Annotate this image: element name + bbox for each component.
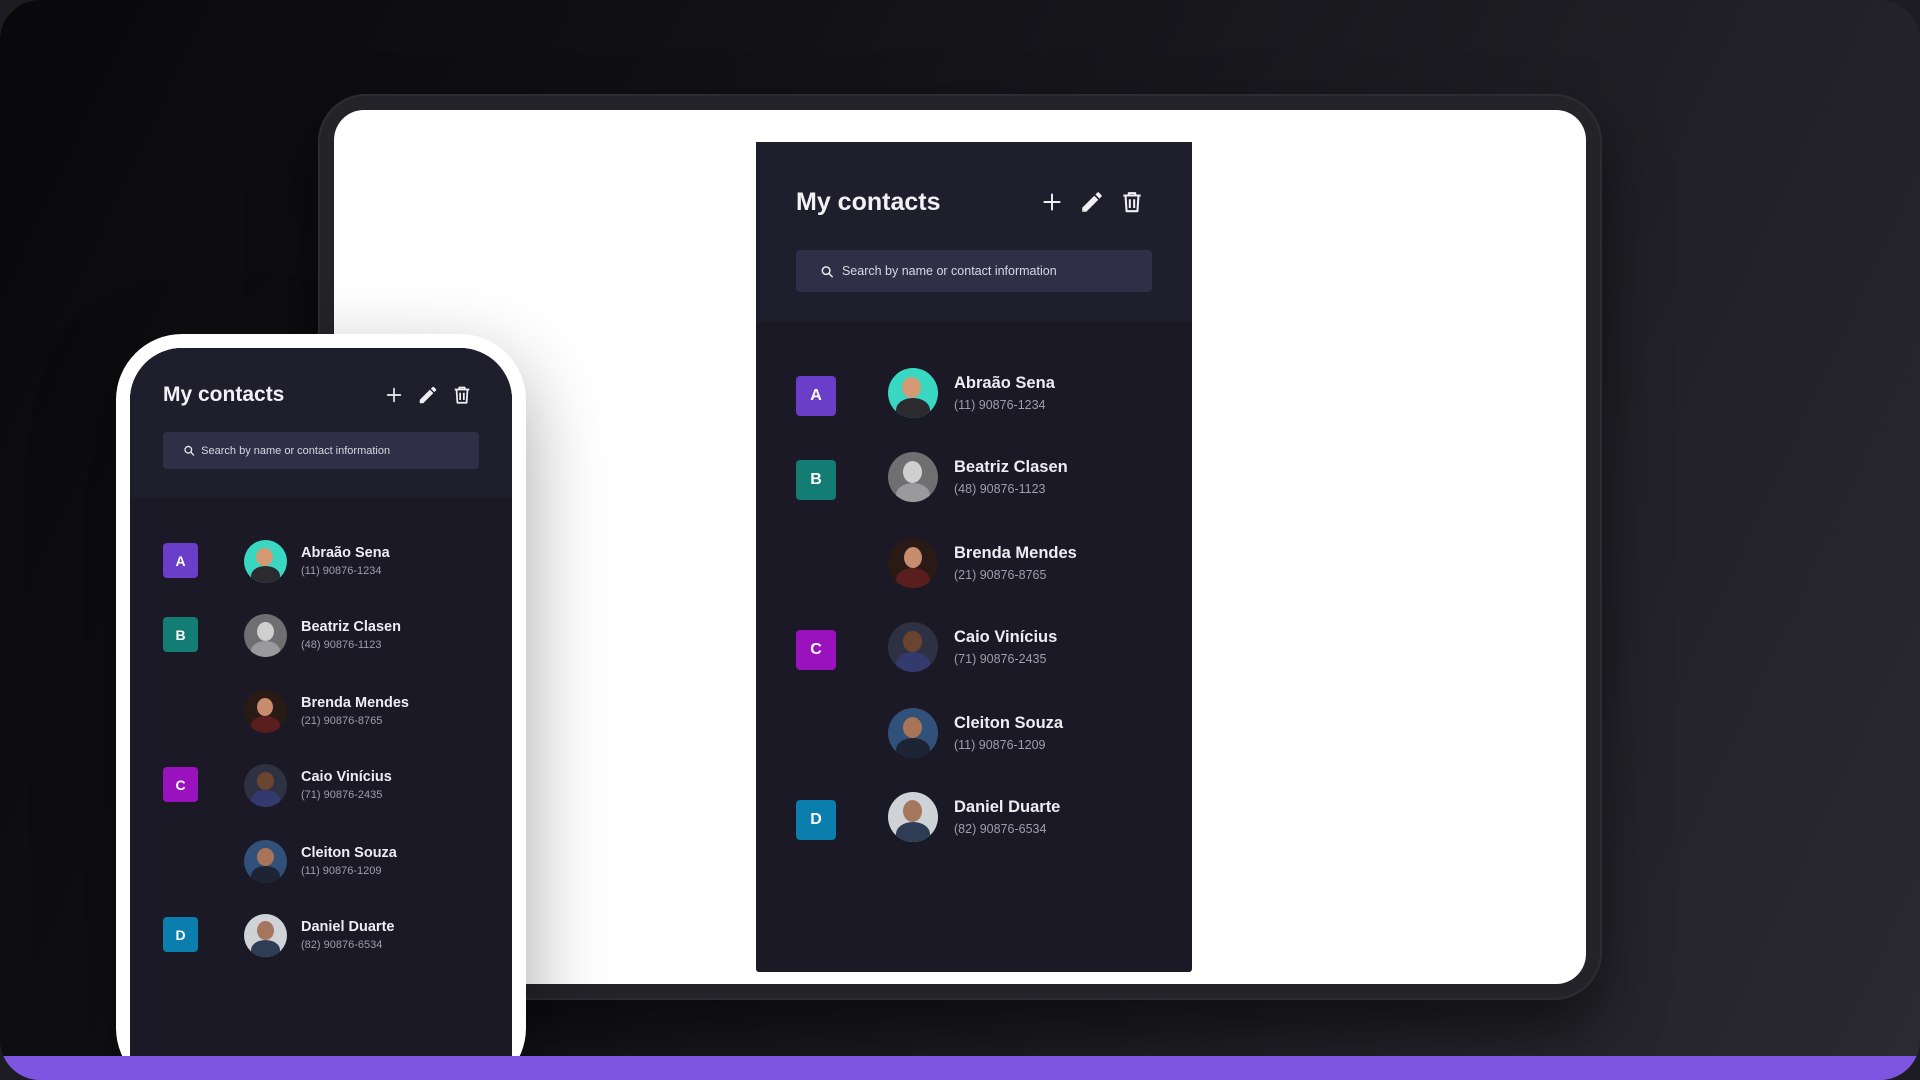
contacts-header: My contacts bbox=[130, 348, 512, 497]
contact-name: Cleiton Souza bbox=[954, 714, 1064, 732]
contact-name: Daniel Duarte bbox=[301, 919, 395, 935]
contact-name: Daniel Duarte bbox=[954, 798, 1061, 816]
contact-group-a: A Abraão Sena (11) 90876-1234 bbox=[163, 539, 479, 599]
contact-phone: (21) 90876-8765 bbox=[301, 715, 383, 727]
contact-item[interactable]: Caio Vinícius (71) 90876-2435 bbox=[244, 747, 397, 823]
group-letter-badge: C bbox=[163, 767, 198, 802]
contacts-header: My contacts bbox=[756, 142, 1192, 322]
group-letter-badge: A bbox=[796, 376, 836, 416]
contact-item[interactable]: Daniel Duarte (82) 90876-6534 bbox=[244, 897, 394, 973]
search-icon bbox=[821, 265, 833, 277]
toolbar bbox=[377, 378, 479, 412]
contact-group-a: A Abraão Sena (11) 90876-1234 bbox=[796, 368, 1152, 436]
contact-item[interactable]: Daniel Duarte (82) 90876-6534 bbox=[888, 774, 1060, 860]
page-title: My contacts bbox=[163, 383, 285, 406]
contact-item[interactable]: Caio Vinícius (71) 90876-2435 bbox=[888, 604, 1063, 690]
group-letter-badge: D bbox=[163, 917, 198, 952]
avatar bbox=[888, 792, 938, 842]
avatar bbox=[888, 622, 938, 672]
contact-item[interactable]: Brenda Mendes (21) 90876-8765 bbox=[244, 673, 409, 749]
contacts-panel: My contacts Search by name or contact in… bbox=[756, 142, 1192, 972]
group-letter-badge: C bbox=[796, 630, 836, 670]
contact-item[interactable]: Cleiton Souza (11) 90876-1209 bbox=[888, 690, 1063, 776]
avatar bbox=[244, 613, 287, 657]
search-icon bbox=[184, 445, 195, 456]
contact-name: Caio Vinícius bbox=[301, 769, 392, 785]
trash-icon bbox=[454, 386, 470, 404]
contact-group-d: D Daniel Duarte (82) 90876-6534 bbox=[796, 792, 1152, 860]
search-input[interactable] bbox=[201, 444, 467, 457]
contact-phone: (71) 90876-2435 bbox=[954, 652, 1047, 666]
contact-group-b: B Beatriz Clasen (48) 90876-1123 Brenda … bbox=[796, 452, 1152, 606]
edit-contact-button[interactable] bbox=[411, 378, 445, 412]
avatar bbox=[244, 539, 287, 583]
contact-group-b: B Beatriz Clasen (48) 90876-1123 Brenda … bbox=[163, 613, 479, 749]
pencil-icon bbox=[419, 386, 437, 404]
plus-icon bbox=[1043, 193, 1061, 211]
contact-group-c: C Caio Vinícius (71) 90876-2435 Cleiton … bbox=[163, 763, 479, 899]
search-input[interactable] bbox=[841, 264, 1138, 278]
delete-contact-button[interactable] bbox=[1112, 182, 1152, 222]
accent-bar bbox=[0, 1056, 1920, 1080]
contact-name: Beatriz Clasen bbox=[954, 458, 1068, 476]
avatar bbox=[244, 839, 287, 883]
contacts-panel-mobile: My contacts Search by name or contact in… bbox=[130, 348, 512, 1080]
contact-phone: (82) 90876-6534 bbox=[954, 822, 1047, 836]
contact-name: Brenda Mendes bbox=[954, 544, 1077, 562]
toolbar bbox=[1032, 182, 1152, 222]
contact-item[interactable]: Abraão Sena (11) 90876-1234 bbox=[244, 523, 390, 599]
avatar bbox=[888, 708, 938, 758]
add-contact-button[interactable] bbox=[1032, 182, 1072, 222]
phone-screen: My contacts Search by name or contact in… bbox=[130, 348, 512, 1080]
contacts-list: A Abraão Sena (11) 90876-1234 B Beatriz … bbox=[756, 322, 1192, 860]
contact-name: Beatriz Clasen bbox=[301, 619, 401, 635]
group-letter-badge: D bbox=[796, 800, 836, 840]
avatar bbox=[888, 538, 938, 588]
contact-group-c: C Caio Vinícius (71) 90876-2435 Cleiton … bbox=[796, 622, 1152, 776]
stage-background: My contacts Search by name or contact in… bbox=[0, 0, 1920, 1080]
contact-item[interactable]: Brenda Mendes (21) 90876-8765 bbox=[888, 520, 1077, 606]
contact-group-d: D Daniel Duarte (82) 90876-6534 bbox=[163, 913, 479, 973]
page-title: My contacts bbox=[796, 187, 941, 216]
contacts-list: A Abraão Sena (11) 90876-1234 B Beatriz … bbox=[130, 497, 512, 973]
contact-item[interactable]: Cleiton Souza (11) 90876-1209 bbox=[244, 823, 397, 899]
search-bar[interactable] bbox=[163, 432, 479, 469]
contact-name: Brenda Mendes bbox=[301, 695, 409, 711]
contact-phone: (82) 90876-6534 bbox=[301, 939, 383, 951]
avatar bbox=[244, 689, 287, 733]
contact-name: Caio Vinícius bbox=[954, 628, 1058, 646]
group-letter-badge: A bbox=[163, 543, 198, 578]
contact-phone: (48) 90876-1123 bbox=[954, 482, 1046, 496]
avatar bbox=[244, 763, 287, 807]
avatar bbox=[888, 368, 938, 418]
plus-icon bbox=[386, 387, 402, 403]
avatar bbox=[888, 452, 938, 502]
contact-phone: (48) 90876-1123 bbox=[301, 639, 382, 651]
contact-item[interactable]: Abraão Sena (11) 90876-1234 bbox=[888, 350, 1055, 436]
contact-phone: (11) 90876-1209 bbox=[954, 738, 1046, 752]
contact-name: Abraão Sena bbox=[301, 545, 390, 561]
add-contact-button[interactable] bbox=[377, 378, 411, 412]
group-letter-badge: B bbox=[796, 460, 836, 500]
contact-name: Cleiton Souza bbox=[301, 845, 397, 861]
contact-phone: (11) 90876-1234 bbox=[954, 398, 1046, 412]
pencil-icon bbox=[1082, 192, 1102, 212]
avatar bbox=[244, 913, 287, 957]
contact-phone: (21) 90876-8765 bbox=[954, 568, 1047, 582]
contact-item[interactable]: Beatriz Clasen (48) 90876-1123 bbox=[888, 434, 1077, 520]
contact-item[interactable]: Beatriz Clasen (48) 90876-1123 bbox=[244, 597, 409, 673]
contact-name: Abraão Sena bbox=[954, 374, 1055, 392]
group-letter-badge: B bbox=[163, 617, 198, 652]
delete-contact-button[interactable] bbox=[445, 378, 479, 412]
contact-phone: (71) 90876-2435 bbox=[301, 789, 383, 801]
trash-icon bbox=[1123, 192, 1141, 213]
phone-device: My contacts Search by name or contact in… bbox=[116, 334, 526, 1080]
contact-phone: (11) 90876-1209 bbox=[301, 865, 382, 877]
contact-phone: (11) 90876-1234 bbox=[301, 565, 382, 577]
edit-contact-button[interactable] bbox=[1072, 182, 1112, 222]
search-bar[interactable] bbox=[796, 250, 1152, 292]
